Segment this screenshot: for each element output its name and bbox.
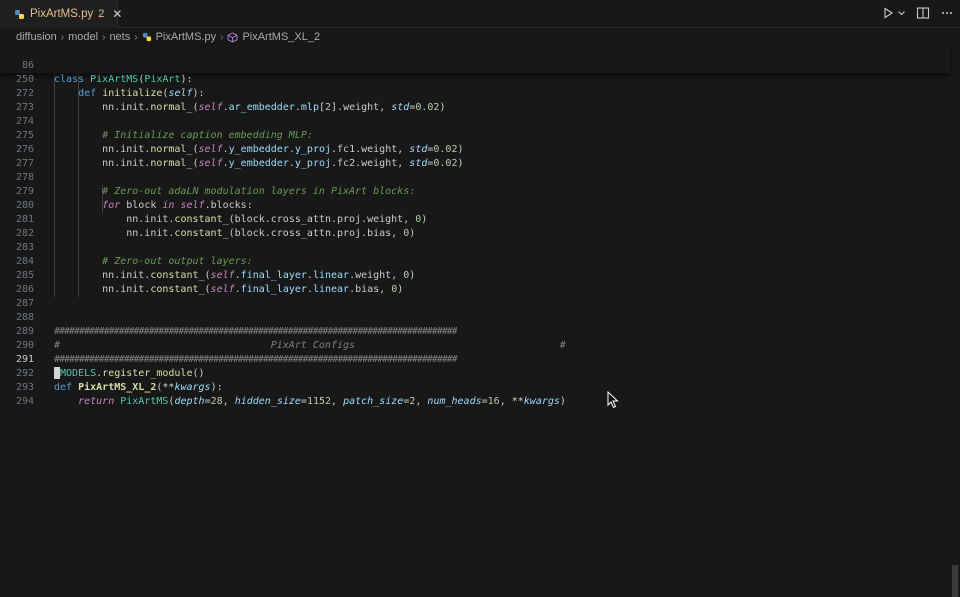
breadcrumb: diffusion › model › nets › PixArtMS.py ›… [0, 29, 960, 45]
code-line[interactable]: 294 [0, 381, 950, 407]
problems-count-badge: 2 [98, 8, 105, 20]
code-line-current[interactable]: 291 MODELS.register_module() [0, 339, 950, 379]
tab-pixartms-py[interactable]: PixArtMS.py 2 ✕ [0, 0, 122, 28]
code-line[interactable]: 275 nn.init.normal_(self.y_embedder.y_pr… [0, 115, 950, 155]
run-icon[interactable] [881, 6, 895, 23]
mouse-pointer-icon [607, 390, 619, 414]
breadcrumb-item-symbol[interactable]: PixArtMS_XL_2 [242, 31, 320, 43]
chevron-right-icon: › [220, 31, 224, 43]
breadcrumb-item-nets[interactable]: nets [109, 31, 130, 43]
python-file-icon [14, 9, 25, 20]
line-number: 294 [15, 396, 34, 407]
code-line[interactable]: 279 for block in self.blocks: [0, 171, 950, 211]
code-text: def initialize(self): [78, 88, 205, 99]
breadcrumb-item-model[interactable]: model [68, 31, 98, 43]
more-actions-icon[interactable] [940, 6, 954, 23]
code-line[interactable]: 287 [0, 283, 950, 309]
code-line[interactable]: 284 nn.init.constant_(self.final_layer.l… [0, 241, 950, 281]
code-line[interactable]: 290 ####################################… [0, 325, 950, 365]
code-line[interactable]: 282 [0, 213, 950, 239]
code-line[interactable]: 292 def PixArtMS_XL_2(**kwargs): [0, 353, 950, 393]
close-icon[interactable]: ✕ [112, 7, 122, 21]
code-editor[interactable]: 86 class PixArtMS(PixArt): 250 def initi… [0, 45, 960, 597]
sticky-line[interactable]: 250 def initialize(self): [0, 59, 950, 99]
chevron-down-icon[interactable] [897, 6, 906, 23]
code-line[interactable]: 283 # Zero-out output layers: [0, 227, 950, 267]
code-line[interactable]: 280 nn.init.constant_(block.cross_attn.p… [0, 185, 950, 225]
code-line[interactable]: 276 nn.init.normal_(self.y_embedder.y_pr… [0, 129, 950, 169]
chevron-right-icon: › [60, 31, 65, 43]
chevron-right-icon: › [102, 31, 106, 43]
tab-label: PixArtMS.py [30, 8, 94, 20]
split-editor-icon[interactable] [916, 6, 930, 23]
tab-bar: PixArtMS.py 2 ✕ [0, 0, 960, 28]
code-text: return PixArtMS(depth=28, hidden_size=11… [78, 396, 566, 407]
code-line[interactable]: 285 nn.init.constant_(self.final_layer.l… [0, 255, 950, 295]
breadcrumb-item-diffusion[interactable]: diffusion [16, 31, 57, 43]
code-text: class PixArtMS(PixArt): [54, 74, 193, 85]
code-line[interactable]: 274 # Initialize caption embedding MLP: [0, 101, 950, 141]
vertical-scrollbar-thumb[interactable] [952, 565, 958, 597]
code-line[interactable]: 293 return PixArtMS(depth=28, hidden_siz… [0, 367, 950, 407]
breadcrumb-item-file[interactable]: PixArtMS.py [156, 31, 217, 43]
code-line[interactable]: 288 ####################################… [0, 297, 950, 337]
code-line[interactable]: 286 [0, 269, 950, 295]
code-line[interactable]: 281 nn.init.constant_(block.cross_attn.p… [0, 199, 950, 239]
code-line[interactable]: 289 # PixArt Configs # [0, 311, 950, 351]
cube-symbol-icon [227, 31, 238, 43]
editor-actions [881, 0, 954, 28]
code-line[interactable]: 278 # Zero-out adaLN modulation layers i… [0, 157, 950, 197]
sticky-scroll-header[interactable]: 86 class PixArtMS(PixArt): 250 def initi… [0, 45, 950, 99]
chevron-right-icon: › [134, 31, 138, 43]
line-number: 250 [15, 74, 34, 85]
code-line[interactable]: 277 [0, 143, 950, 169]
python-file-icon [142, 32, 152, 42]
sticky-line[interactable]: 86 class PixArtMS(PixArt): [0, 45, 950, 85]
